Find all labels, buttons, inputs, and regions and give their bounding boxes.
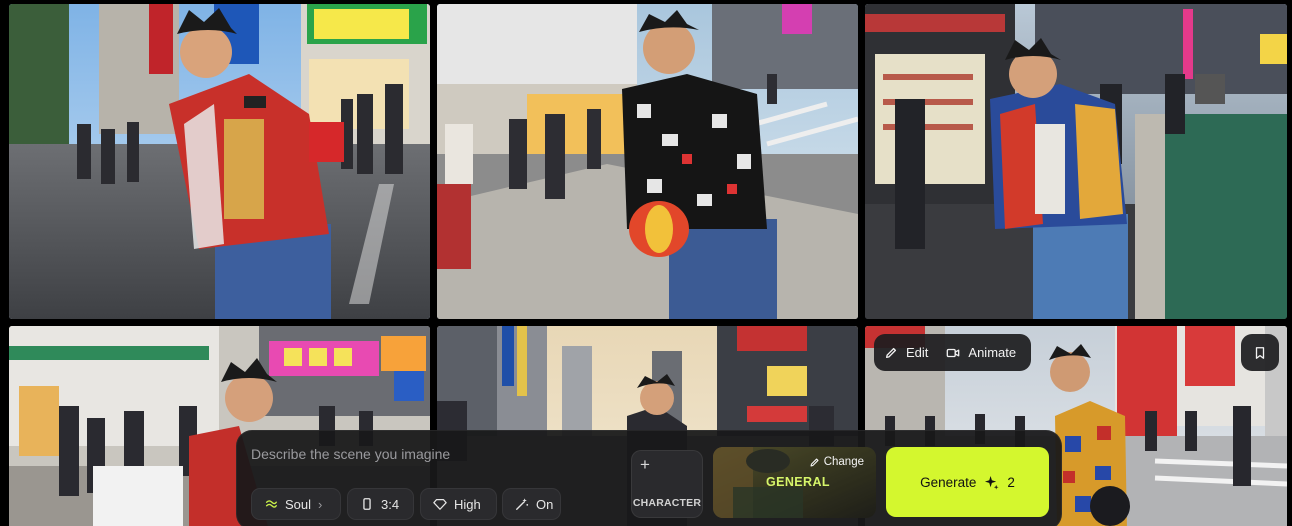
plus-icon: + — [640, 455, 650, 474]
style-change-label: Change — [823, 456, 864, 468]
enhance-toggle[interactable]: On — [502, 488, 561, 520]
generate-button[interactable]: Generate 2 — [886, 447, 1049, 517]
photo-shop-evening — [865, 4, 1287, 319]
quality-label: High — [454, 496, 481, 512]
animate-button[interactable]: Animate — [946, 345, 1016, 360]
animate-button-label: Animate — [968, 345, 1017, 360]
quality-selector[interactable]: High — [420, 488, 497, 520]
soul-model-icon — [265, 500, 277, 508]
gallery-photo-1[interactable] — [9, 4, 430, 319]
aspect-ratio-icon — [363, 498, 371, 510]
bookmark-icon — [1255, 346, 1265, 359]
character-label: CHARACTER — [632, 497, 702, 509]
generate-label: Generate — [920, 474, 977, 490]
tile-action-toolbar: Edit Animate — [874, 334, 1031, 371]
video-icon — [947, 348, 960, 357]
model-label: Soul — [285, 496, 312, 512]
enhance-label: On — [536, 496, 554, 512]
pencil-icon — [885, 347, 897, 358]
photo-street-day — [9, 4, 430, 319]
edit-button-label: Edit — [906, 345, 929, 360]
diamond-icon — [433, 499, 447, 510]
style-preset-card[interactable]: Change GENERAL — [713, 447, 876, 518]
prompt-input[interactable] — [251, 443, 621, 465]
sparkle-icon — [985, 475, 999, 490]
photo-crosswalk — [437, 4, 858, 319]
bookmark-button[interactable] — [1241, 334, 1279, 371]
gallery-photo-2[interactable] — [437, 4, 858, 319]
add-character-button[interactable]: + CHARACTER — [631, 450, 703, 518]
model-selector[interactable]: Soul › — [251, 488, 341, 520]
chevron-right-icon: › — [318, 496, 323, 512]
aspect-ratio-label: 3:4 — [381, 496, 400, 512]
edit-button[interactable]: Edit — [884, 345, 928, 360]
magic-wand-icon — [516, 498, 529, 510]
style-name: GENERAL — [766, 475, 830, 489]
style-change-button[interactable]: Change — [809, 456, 864, 468]
aspect-ratio-selector[interactable]: 3:4 — [347, 488, 414, 520]
pencil-icon — [810, 458, 819, 466]
generate-cost: 2 — [1007, 474, 1015, 490]
gallery-photo-3[interactable] — [865, 4, 1287, 319]
